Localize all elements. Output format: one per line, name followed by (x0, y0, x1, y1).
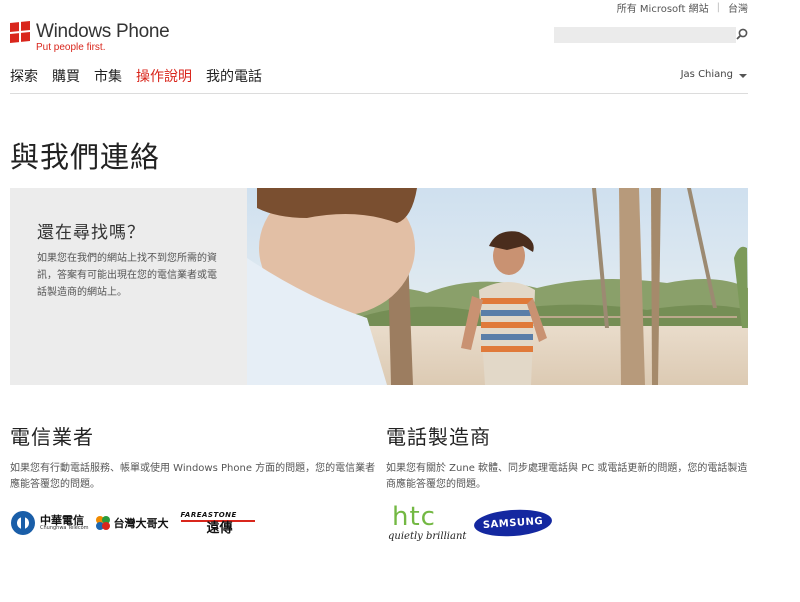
htc-tagline: quietly brilliant (388, 531, 467, 542)
manufacturers-text: 如果您有關於 Zune 軟體、同步處理電話與 PC 或電話更新的問題，您的電話製… (386, 463, 748, 490)
samsung-name: SAMSUNG (482, 515, 544, 531)
carriers-heading: 電信業者 (10, 425, 94, 449)
all-microsoft-sites-link[interactable]: 所有 Microsoft 網站 (617, 0, 709, 15)
windows-phone-logo[interactable]: Windows Phone Put people first. (10, 20, 170, 53)
carriers-text: 如果您有行動電話服務、帳單或使用 Windows Phone 方面的問題，您的電… (10, 463, 376, 490)
hero-text: 如果您在我們的網站上找不到您所需的資訊，答案有可能出現在您的電信業者或電話製造商… (37, 253, 217, 298)
fareastone-logo[interactable]: FAREASTONE 遠傳 (180, 510, 255, 536)
search-icon[interactable] (736, 28, 748, 40)
logo-tagline: Put people first. (36, 42, 106, 53)
nav-item-my-phone[interactable]: 我的電話 (206, 66, 262, 86)
taiwan-mobile-name: 台灣大哥大 (113, 517, 169, 530)
manufacturers-heading: 電話製造商 (386, 425, 491, 449)
header-divider (10, 93, 748, 94)
hero-panel: 還在尋找嗎？ 如果您在我們的網站上找不到您所需的資訊，答案有可能出現在您的電信業… (10, 188, 247, 385)
htc-name: htc (392, 502, 436, 532)
caret-down-icon (739, 73, 747, 78)
top-links: 所有 Microsoft 網站 | 台灣 (617, 0, 748, 15)
manufacturer-logos: htc quietly brilliant SAMSUNG (388, 504, 554, 542)
separator: | (716, 2, 720, 13)
nav-item-how-to[interactable]: 操作說明 (136, 66, 192, 86)
taiwan-mobile-mark-icon (95, 516, 110, 530)
chunghwa-mark-icon (11, 511, 35, 535)
carriers-section: 電信業者 如果您有行動電話服務、帳單或使用 Windows Phone 方面的問… (10, 421, 376, 493)
nav-item-explore[interactable]: 探索 (10, 66, 38, 86)
hero-image (247, 188, 748, 385)
chunghwa-en: Chunghwa Telecom (40, 525, 89, 531)
search-input[interactable] (554, 27, 736, 43)
taiwan-mobile-logo[interactable]: 台灣大哥大 (95, 515, 169, 531)
logo-name: Windows Phone (36, 21, 170, 42)
region-link[interactable]: 台灣 (728, 0, 748, 15)
hero-heading: 還在尋找嗎？ (37, 223, 145, 243)
samsung-logo[interactable]: SAMSUNG (473, 507, 554, 539)
htc-logo[interactable]: htc quietly brilliant (388, 504, 466, 542)
nav-item-buy[interactable]: 購買 (52, 66, 80, 86)
fareastone-zh: 遠傳 (206, 520, 233, 536)
manufacturers-section: 電話製造商 如果您有關於 Zune 軟體、同步處理電話與 PC 或電話更新的問題… (386, 421, 752, 493)
page-title: 與我們連絡 (10, 140, 161, 174)
windows-flag-icon (10, 20, 30, 44)
carrier-logos: 中華電信 Chunghwa Telecom 台灣大哥大 FAREASTONE 遠… (10, 510, 255, 536)
main-nav: 探索 購買 市集 操作說明 我的電話 (10, 66, 262, 86)
user-menu[interactable]: Jas Chiang (681, 69, 747, 80)
fareastone-en: FAREASTONE (180, 510, 237, 519)
nav-item-marketplace[interactable]: 市集 (94, 66, 122, 86)
chunghwa-telecom-logo[interactable]: 中華電信 Chunghwa Telecom (10, 510, 89, 536)
user-name: Jas Chiang (680, 69, 733, 80)
